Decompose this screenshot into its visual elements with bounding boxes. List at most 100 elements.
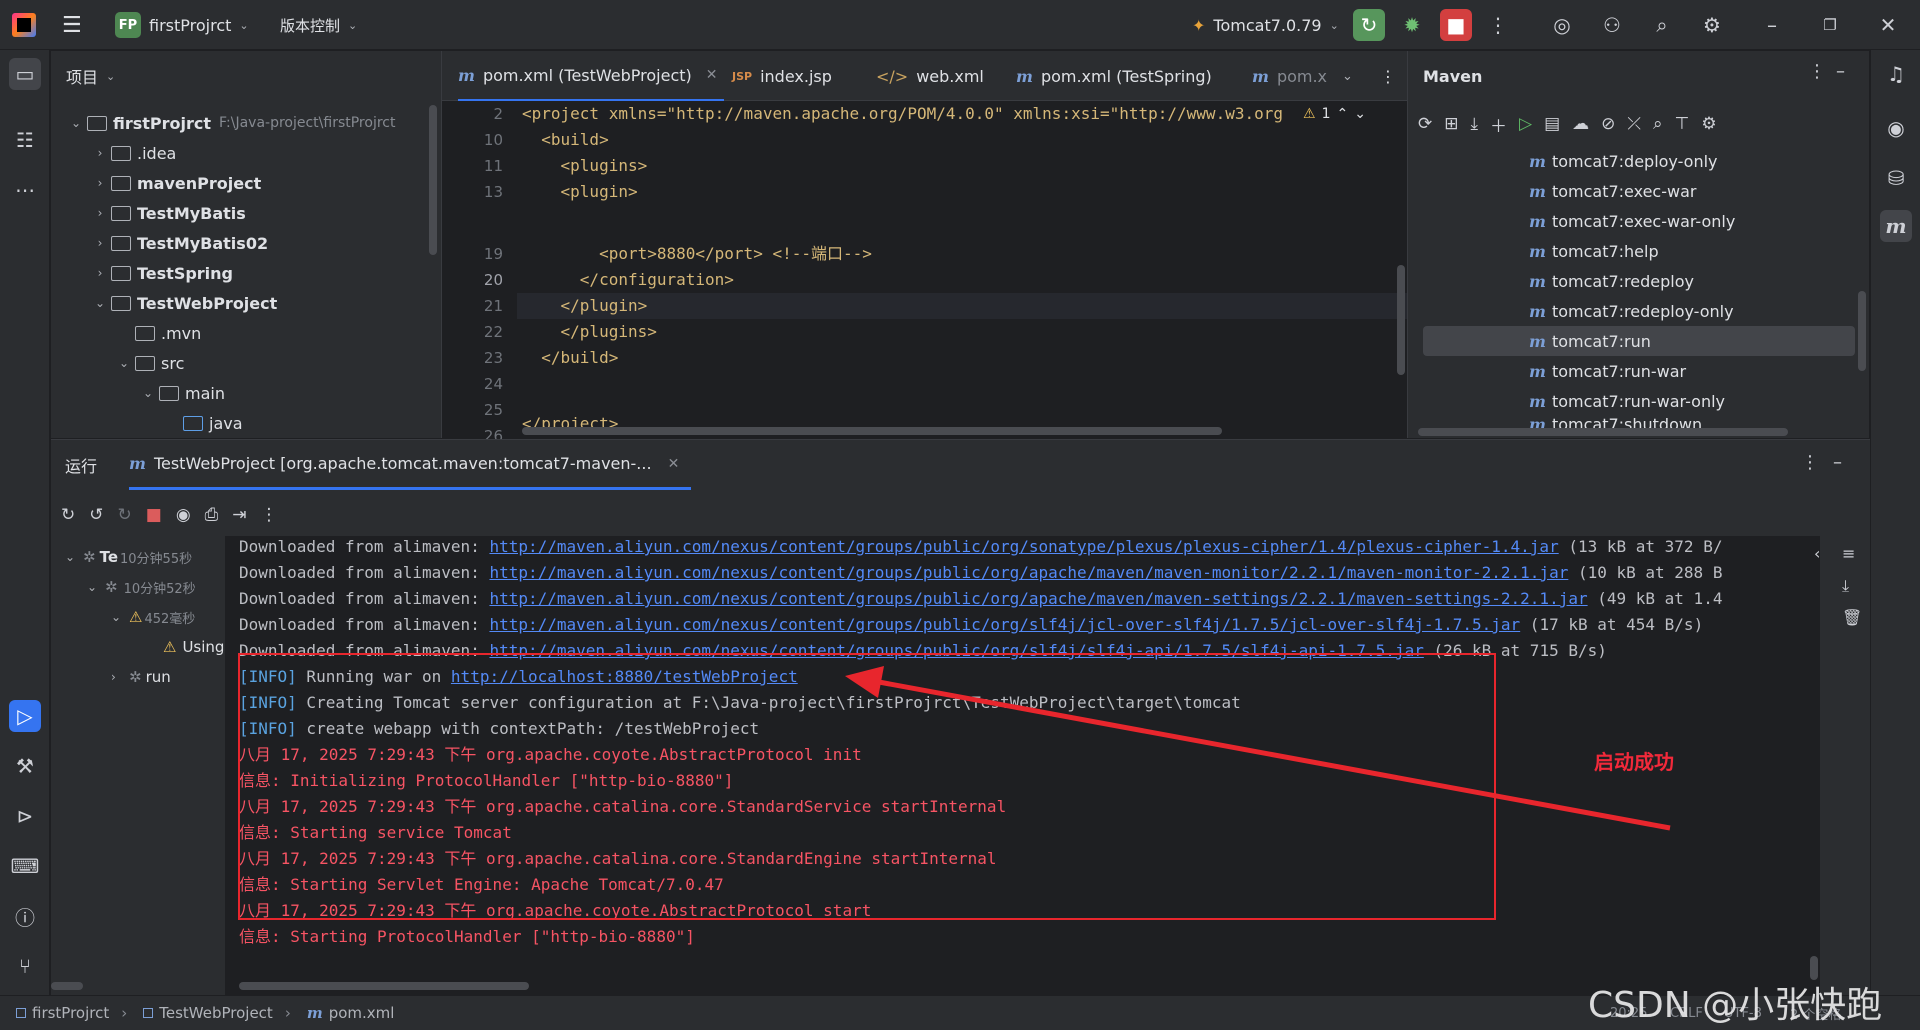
toggle-auto-test-icon[interactable]: ↻ (118, 505, 132, 525)
main-menu-icon[interactable]: ☰ (62, 0, 82, 50)
git-tool-button[interactable]: ⑂ (9, 950, 41, 982)
breadcrumb-module[interactable]: TestWebProject › (143, 1004, 291, 1022)
maven-goal[interactable]: m tomcat7:help (1423, 236, 1855, 266)
tab-pom-testspring[interactable]: m pom.xml (TestSpring) (1016, 51, 1212, 101)
code-line[interactable]: </plugin> (522, 293, 648, 319)
run-tree-item[interactable]: ⌄ ⚠ 452毫秒 (111, 602, 195, 632)
code-line[interactable]: <project xmlns="http://maven.apache.org/… (522, 101, 1283, 127)
maven-scrollbar[interactable] (1858, 291, 1866, 371)
breadcrumb-file[interactable]: m pom.xml (307, 1004, 395, 1022)
more-actions-button[interactable]: ⋮ (1482, 9, 1514, 41)
console-link[interactable]: http://maven.aliyun.com/nexus/content/gr… (489, 589, 1587, 608)
maven-goal[interactable]: m tomcat7:exec-war-only (1423, 206, 1855, 236)
execute-goal-icon[interactable]: ▤ (1544, 114, 1560, 134)
rerun-icon[interactable]: ↻ (61, 505, 75, 525)
restore-button[interactable]: ❐ (1814, 9, 1846, 41)
code-line[interactable]: <plugin> (522, 179, 638, 205)
console-link[interactable]: http://maven.aliyun.com/nexus/content/gr… (489, 615, 1520, 634)
code-line[interactable]: </plugins> (522, 319, 657, 345)
tab-index-jsp[interactable]: JSP index.jsp (732, 51, 832, 101)
editor-scrollbar[interactable] (1397, 265, 1405, 375)
run-tool-button[interactable]: ▷ (9, 700, 41, 732)
exit-icon[interactable]: ⇥ (232, 505, 246, 525)
tab-list-dropdown[interactable]: ⌄ (1342, 51, 1353, 101)
rerun-failed-icon[interactable]: ↺ (89, 505, 103, 525)
console-link[interactable]: http://maven.aliyun.com/nexus/content/gr… (489, 537, 1558, 556)
structure-tool-button[interactable]: ☷ (9, 124, 41, 156)
reload-icon[interactable]: ⟳ (1418, 114, 1432, 134)
eye-icon[interactable]: ◉ (176, 505, 191, 525)
code-line[interactable]: <plugins> (522, 153, 648, 179)
inspection-widget[interactable]: ⚠ 1 ⌃ ⌄ (1303, 106, 1366, 122)
ai-assistant-button[interactable]: ◎ (1546, 9, 1578, 41)
code-line[interactable]: </configuration> (522, 267, 734, 293)
build-tool-button[interactable]: ⚒ (9, 750, 41, 782)
maven-goal[interactable]: m tomcat7:deploy-only (1423, 146, 1855, 176)
code-line[interactable]: <build> (522, 127, 608, 153)
expand-all-icon[interactable]: ⊤ (1675, 114, 1690, 134)
maven-options-button[interactable]: ⋮ (1808, 61, 1826, 82)
debug-button[interactable]: ✹ (1396, 9, 1428, 41)
tree-item-mavenproject[interactable]: › mavenProject (89, 168, 262, 198)
maven-goal[interactable]: m tomcat7:run-war (1423, 356, 1855, 386)
maven-goal[interactable]: m tomcat7:redeploy-only (1423, 296, 1855, 326)
project-scrollbar[interactable] (429, 105, 437, 255)
terminal-tool-button[interactable]: ⌨ (9, 850, 41, 882)
database-button[interactable]: ⛁ (1880, 162, 1912, 194)
problems-tool-button[interactable]: ⓘ (9, 900, 41, 932)
scroll-to-end-icon[interactable]: ⤓ (1842, 576, 1849, 596)
maven-hide-button[interactable]: – (1836, 61, 1845, 82)
add-folder-icon[interactable]: ⊞ (1444, 114, 1458, 134)
maven-goal[interactable]: m tomcat7:redeploy (1423, 266, 1855, 296)
ai-chat-button[interactable]: ◉ (1880, 112, 1912, 144)
tree-item-java[interactable]: java (183, 408, 243, 438)
run-tree-item[interactable]: ⚠ Using (163, 632, 224, 662)
close-icon[interactable]: ✕ (706, 67, 718, 83)
stop-icon[interactable]: ■ (146, 505, 162, 525)
vcs-menu[interactable]: 版本控制 ⌄ (280, 0, 357, 50)
editor-hscrollbar[interactable] (522, 427, 1222, 435)
tree-item-mvn[interactable]: .mvn (135, 318, 201, 348)
project-switcher[interactable]: FP firstProjrct ⌄ (115, 0, 249, 50)
download-icon[interactable]: ⤓ (1471, 114, 1479, 134)
tree-item-src[interactable]: ⌄ src (113, 348, 184, 378)
app-logo-icon[interactable] (12, 0, 36, 50)
maven-hscrollbar[interactable] (1418, 428, 1788, 436)
run-config-selector[interactable]: ✦ Tomcat7.0.79 ⌄ (1192, 0, 1339, 50)
console-link[interactable]: http://maven.aliyun.com/nexus/content/gr… (489, 563, 1568, 582)
tab-pom-testwebproject[interactable]: m pom.xml (TestWebProject) ✕ (458, 51, 724, 101)
tab-pom-truncated[interactable]: m pom.x (1252, 51, 1327, 101)
collapse-icon[interactable]: ⤫ (1627, 114, 1641, 134)
close-window-button[interactable]: ✕ (1872, 9, 1904, 41)
tree-item-testwebproject[interactable]: ⌄ TestWebProject (89, 288, 277, 318)
run-hide-button[interactable]: – (1833, 452, 1842, 473)
tree-root[interactable]: ⌄ firstProjrct F:\Java-project\firstProj… (65, 108, 396, 138)
code-line[interactable]: <port>8880</port> <!--端口--> (522, 241, 872, 267)
rerun-button[interactable]: ↻ (1353, 9, 1385, 41)
chevron-left-icon[interactable]: ‹ (1814, 544, 1820, 563)
breadcrumb-project[interactable]: firstProjrct › (16, 1004, 127, 1022)
code-with-me-button[interactable]: ⚇ (1596, 9, 1628, 41)
skip-tests-icon[interactable]: ⊘ (1601, 114, 1615, 134)
more-vertical-icon[interactable]: ⋮ (261, 505, 278, 525)
offline-icon[interactable]: ☁ (1572, 114, 1589, 134)
close-icon[interactable]: ✕ (668, 456, 680, 472)
run-tree-root[interactable]: ⌄ ✲ Te 10分钟55秒 (65, 542, 192, 572)
project-tool-button[interactable]: ▭ (9, 58, 41, 90)
analyze-icon[interactable]: ⌕ (1653, 114, 1663, 134)
search-everywhere-button[interactable]: ⌕ (1646, 9, 1678, 41)
tree-item-testmybatis[interactable]: › TestMyBatis (89, 198, 246, 228)
trash-icon[interactable]: 🗑 (1842, 608, 1862, 627)
run-options-button[interactable]: ⋮ (1801, 452, 1819, 473)
run-tab-testwebproject[interactable]: m TestWebProject [org.apache.tomcat.mave… (129, 440, 692, 490)
tree-item-testspring[interactable]: › TestSpring (89, 258, 233, 288)
maven-tool-button[interactable]: m (1880, 210, 1912, 242)
maven-goal[interactable]: m tomcat7:exec-war (1423, 176, 1855, 206)
code-line[interactable]: </build> (522, 345, 618, 371)
minimize-button[interactable]: – (1756, 9, 1788, 41)
console-hscrollbar[interactable] (239, 982, 529, 990)
more-tools-button[interactable]: ⋯ (9, 174, 41, 206)
run-tree-hscrollbar[interactable] (51, 982, 83, 990)
settings-button[interactable]: ⚙ (1696, 9, 1728, 41)
run-tree-item[interactable]: › ✲ run (111, 662, 171, 692)
